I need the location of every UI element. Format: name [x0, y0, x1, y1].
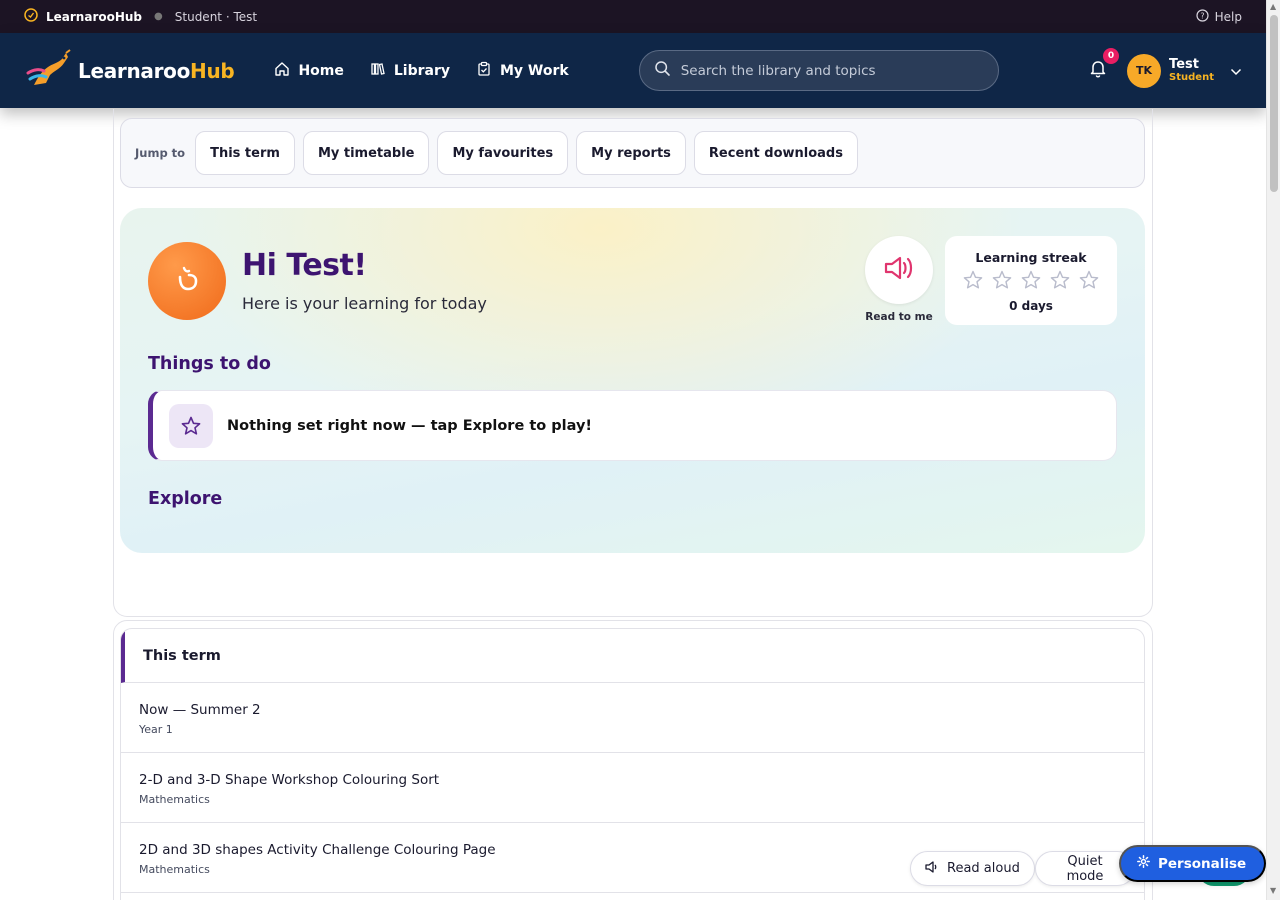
streak-star-icon	[1020, 269, 1042, 295]
nav-library[interactable]: Library	[370, 61, 450, 81]
user-crumb: Student · Test	[174, 9, 258, 24]
help-label: Help	[1214, 9, 1242, 24]
list-item[interactable]: Now — Summer 2 Year 1	[121, 683, 1144, 753]
nav-my-work[interactable]: My Work	[476, 61, 569, 81]
utility-brand-label: LearnarooHub	[46, 9, 143, 24]
nav-home[interactable]: Home	[274, 61, 344, 81]
nav-home-label: Home	[298, 62, 344, 79]
primary-nav: Home Library My Work	[274, 61, 569, 81]
todo-text: Nothing set right now — tap Explore to p…	[227, 417, 593, 434]
list-item-title: Now — Summer 2	[139, 702, 261, 718]
user-menu[interactable]: TK Test Student	[1127, 53, 1242, 88]
help-icon: ?	[1196, 8, 1209, 25]
speaker-icon	[883, 254, 915, 286]
main-navbar: LearnarooHub Home Library My Work Search…	[0, 33, 1266, 108]
home-icon	[274, 61, 290, 81]
avatar: TK	[1127, 53, 1162, 88]
help-link[interactable]: ? Help	[1196, 8, 1242, 25]
read-to-me-label: Read to me	[865, 311, 933, 323]
jump-to-label: Jump to	[135, 146, 186, 160]
scroll-thumb[interactable]	[1270, 15, 1278, 192]
personalise-label: Personalise	[1158, 855, 1247, 872]
scroll-up-arrow-icon[interactable]: ▲	[1270, 2, 1276, 11]
read-to-me-button[interactable]	[865, 236, 933, 304]
jump-recent-downloads[interactable]: Recent downloads	[693, 131, 858, 175]
this-term-heading: This term	[121, 629, 1144, 683]
user-meta: Test Student	[1169, 58, 1214, 84]
list-item[interactable]: 2-D and 3-D Shape Workshop Colouring Sor…	[121, 753, 1144, 823]
learning-streak-card: Learning streak 0 days	[945, 236, 1117, 325]
utility-bar: LearnarooHub ● Student · Test ? Help	[0, 0, 1266, 33]
utility-brand[interactable]: LearnarooHub	[24, 8, 142, 25]
streak-star-icon	[1049, 269, 1071, 295]
streak-star-icon	[991, 269, 1013, 295]
brand-wordmark: LearnarooHub	[78, 58, 235, 83]
streak-stars	[945, 269, 1117, 295]
jump-my-reports[interactable]: My reports	[576, 131, 686, 175]
page-scrollbar[interactable]: ▲ ▼	[1266, 0, 1280, 900]
gear-icon	[1137, 855, 1150, 872]
search-input[interactable]	[680, 62, 971, 79]
search-box[interactable]	[638, 50, 999, 91]
greeting-subtitle: Here is your learning for today	[242, 294, 487, 313]
scroll-down-arrow-icon[interactable]: ▼	[1270, 886, 1276, 895]
streak-star-icon	[1078, 269, 1100, 295]
student-avatar	[148, 242, 226, 320]
streak-star-icon	[962, 269, 984, 295]
jump-this-term[interactable]: This term	[195, 131, 295, 175]
nav-library-label: Library	[393, 62, 450, 79]
letter-avatar-icon	[167, 259, 207, 303]
list-item-title: 2-D and 3-D Shape Workshop Colouring Sor…	[139, 772, 440, 788]
things-to-do-heading: Things to do	[148, 354, 271, 374]
read-aloud-label: Read aloud	[947, 861, 1020, 876]
library-icon	[370, 61, 386, 81]
streak-title: Learning streak	[975, 250, 1087, 265]
notifications-button[interactable]: 0	[1083, 47, 1120, 86]
brand-logo[interactable]: LearnarooHub	[24, 48, 235, 93]
welcome-panel: Hi Test! Here is your learning for today…	[120, 208, 1145, 553]
clipboard-icon	[476, 61, 492, 81]
streak-days: 0 days	[1009, 299, 1053, 313]
chevron-down-icon	[1230, 61, 1242, 80]
read-aloud-button[interactable]: Read aloud	[910, 851, 1035, 886]
quiet-mode-label: Quiet mode	[1066, 853, 1104, 884]
nav-my-work-label: My Work	[500, 62, 569, 79]
notifications-count-badge: 0	[1103, 47, 1120, 64]
kangaroo-logo-icon	[24, 48, 72, 93]
explore-heading: Explore	[148, 489, 223, 509]
todo-item[interactable]: Nothing set right now — tap Explore to p…	[148, 390, 1117, 461]
user-role: Student	[1169, 71, 1214, 83]
jump-to-bar: Jump to This term My timetable My favour…	[120, 118, 1145, 188]
svg-text:?: ?	[1200, 11, 1204, 20]
separator-dot: ●	[154, 11, 163, 22]
greeting-title: Hi Test!	[242, 248, 367, 283]
search-icon	[654, 60, 671, 81]
bell-icon	[1089, 59, 1107, 82]
nav-right-group: 0 TK Test Student	[1083, 47, 1242, 88]
list-item-subtitle: Mathematics	[139, 793, 210, 806]
list-item-subtitle: Year 1	[139, 723, 173, 736]
jump-my-favourites[interactable]: My favourites	[437, 131, 569, 175]
personalise-button[interactable]: Personalise	[1119, 845, 1267, 882]
user-name: Test	[1169, 56, 1199, 72]
speaker-small-icon	[925, 860, 939, 877]
brand-badge-icon	[24, 8, 38, 25]
jump-my-timetable[interactable]: My timetable	[302, 131, 430, 175]
star-icon	[169, 403, 213, 448]
